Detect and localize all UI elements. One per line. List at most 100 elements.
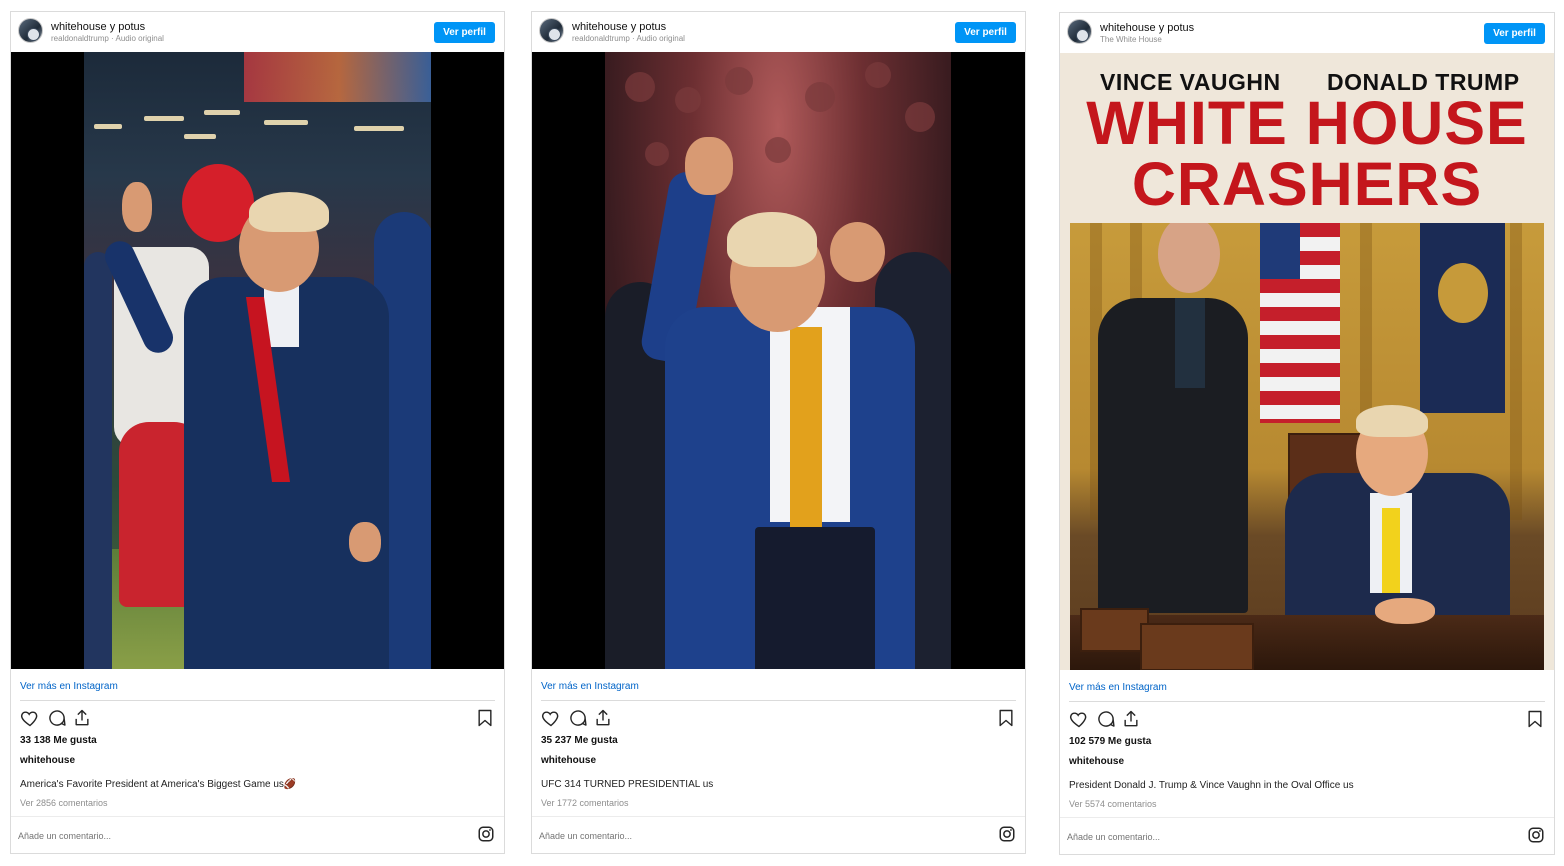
share-icon[interactable] [1121, 709, 1141, 729]
like-count[interactable]: 102 579 Me gusta [1069, 736, 1151, 747]
post-subtitle: The White House [1100, 35, 1162, 44]
instagram-embed-post-3: whitehouse y potus The White House Ver p… [1059, 12, 1555, 855]
like-count[interactable]: 33 138 Me gusta [20, 735, 97, 746]
divider [11, 816, 504, 817]
comment-icon[interactable] [568, 708, 588, 728]
crowd [805, 82, 835, 112]
hair [727, 212, 817, 267]
stadium-light [184, 134, 216, 139]
view-profile-button[interactable]: Ver perfil [434, 22, 495, 43]
gold-tie [790, 327, 822, 552]
standing-man-jacket [1098, 298, 1248, 613]
post-caption: President Donald J. Trump & Vince Vaughn… [1069, 780, 1354, 791]
username[interactable]: whitehouse y potus [1100, 22, 1194, 34]
comment-input[interactable] [18, 826, 458, 846]
instagram-icon[interactable] [1527, 826, 1545, 844]
post-header: whitehouse y potus realdonaldtrump · Aud… [532, 12, 1025, 52]
heart-icon[interactable] [20, 708, 40, 728]
view-comments-link[interactable]: Ver 1772 comentarios [541, 798, 629, 808]
movie-poster: VINCE VAUGHN DONALD TRUMP WHITE HOUSE CR… [1060, 53, 1554, 670]
post-owner[interactable]: whitehouse [20, 755, 75, 766]
view-more-on-instagram-link[interactable]: Ver más en Instagram [1069, 682, 1167, 693]
avatar[interactable] [539, 18, 564, 43]
share-icon[interactable] [72, 708, 92, 728]
hand [349, 522, 381, 562]
standing-man-face [1158, 223, 1220, 293]
view-more-on-instagram-link[interactable]: Ver más en Instagram [20, 681, 118, 692]
divider [541, 700, 1016, 701]
post-actions [20, 708, 495, 730]
player-glove [129, 472, 169, 507]
post-header: whitehouse y potus The White House Ver p… [1060, 13, 1554, 53]
person-left-edge [84, 252, 112, 669]
view-comments-link[interactable]: Ver 5574 comentarios [1069, 799, 1157, 809]
stadium-light [144, 116, 184, 121]
post-owner[interactable]: whitehouse [1069, 756, 1124, 767]
coin-box [1080, 608, 1149, 652]
instagram-icon[interactable] [998, 825, 1016, 843]
comment-input[interactable] [539, 826, 979, 846]
bookmark-icon[interactable] [996, 708, 1016, 728]
instagram-embed-post-1: whitehouse y potus realdonaldtrump · Aud… [10, 11, 505, 854]
post-caption: America's Favorite President at America'… [20, 779, 297, 790]
stadium-light [264, 120, 308, 125]
avatar[interactable] [18, 18, 43, 43]
us-flag [1260, 223, 1340, 423]
yellow-tie [1382, 508, 1400, 593]
seated-man-hair [1356, 405, 1428, 437]
poster-title-line1: WHITE HOUSE [1086, 89, 1528, 157]
post-photo [605, 52, 951, 669]
presidential-seal [1438, 263, 1488, 323]
comment-icon[interactable] [1096, 709, 1116, 729]
instagram-icon[interactable] [477, 825, 495, 843]
coin-box [1140, 623, 1254, 670]
crowd [675, 87, 701, 113]
trousers [755, 527, 875, 669]
heart-icon[interactable] [1069, 709, 1089, 729]
divider [1060, 817, 1554, 818]
view-profile-button[interactable]: Ver perfil [1484, 23, 1545, 44]
comment-icon[interactable] [47, 708, 67, 728]
post-subtitle: realdonaldtrump · Audio original [572, 34, 685, 43]
view-profile-button[interactable]: Ver perfil [955, 22, 1016, 43]
view-comments-link[interactable]: Ver 2856 comentarios [20, 798, 108, 808]
like-count[interactable]: 35 237 Me gusta [541, 735, 618, 746]
crowd [645, 142, 669, 166]
avatar[interactable] [1067, 19, 1092, 44]
post-video[interactable] [11, 52, 504, 669]
view-more-on-instagram-link[interactable]: Ver más en Instagram [541, 681, 639, 692]
folded-hands [1375, 598, 1435, 624]
crowd [625, 72, 655, 102]
curtain-fold [1510, 223, 1522, 520]
username[interactable]: whitehouse y potus [572, 21, 666, 33]
post-photo [84, 52, 431, 669]
hair [249, 192, 329, 232]
crowd [865, 62, 891, 88]
bookmark-icon[interactable] [475, 708, 495, 728]
divider [532, 816, 1025, 817]
crowd [725, 67, 753, 95]
comment-input[interactable] [1067, 827, 1507, 847]
post-header: whitehouse y potus realdonaldtrump · Aud… [11, 12, 504, 52]
crowd [905, 102, 935, 132]
poster-title-line2: CRASHERS [1131, 150, 1483, 218]
post-subtitle: realdonaldtrump · Audio original [51, 34, 164, 43]
post-caption: UFC 314 TURNED PRESIDENTIAL us [541, 779, 714, 790]
heart-icon[interactable] [541, 708, 561, 728]
username[interactable]: whitehouse y potus [51, 21, 145, 33]
divider [1069, 701, 1545, 702]
bookmark-icon[interactable] [1525, 709, 1545, 729]
share-icon[interactable] [593, 708, 613, 728]
bystander-face [830, 222, 885, 282]
dark-shirt [1175, 298, 1205, 388]
post-owner[interactable]: whitehouse [541, 755, 596, 766]
oval-office-photo [1070, 223, 1544, 670]
crowd [765, 137, 791, 163]
raised-fist [685, 137, 733, 195]
waving-hand [122, 182, 152, 232]
post-image[interactable]: VINCE VAUGHN DONALD TRUMP WHITE HOUSE CR… [1060, 53, 1554, 670]
stadium-banner [244, 52, 431, 102]
instagram-embed-post-2: whitehouse y potus realdonaldtrump · Aud… [531, 11, 1026, 854]
post-video[interactable] [532, 52, 1025, 669]
stadium-light [204, 110, 240, 115]
